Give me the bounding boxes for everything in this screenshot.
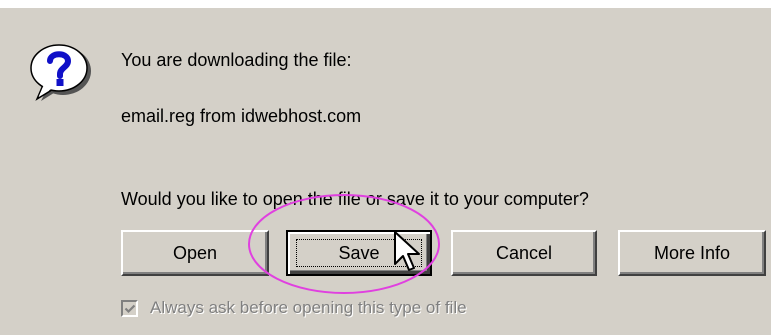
always-ask-checkbox-label: Always ask before opening this type of f… [150,298,467,317]
always-ask-checkbox-row[interactable]: Always ask before opening this type of f… [121,298,467,318]
open-button[interactable]: Open [121,230,269,276]
save-button[interactable]: Save [286,230,432,276]
question-icon [27,43,93,103]
cancel-button[interactable]: Cancel [451,230,597,276]
download-dialog: You are downloading the file: email.reg … [0,0,771,335]
file-source-label: email.reg from idwebhost.com [121,106,362,126]
question-label: Would you like to open the file or save … [121,189,589,209]
more-info-button[interactable]: More Info [618,230,766,276]
always-ask-checkbox[interactable] [121,299,138,317]
cancel-button-label: Cancel [495,242,553,263]
open-button-label: Open [172,242,218,263]
save-button-label: Save [338,242,380,263]
checkmark-icon [124,304,136,313]
downloading-label: You are downloading the file: [121,50,352,70]
more-info-button-label: More Info [653,242,731,263]
